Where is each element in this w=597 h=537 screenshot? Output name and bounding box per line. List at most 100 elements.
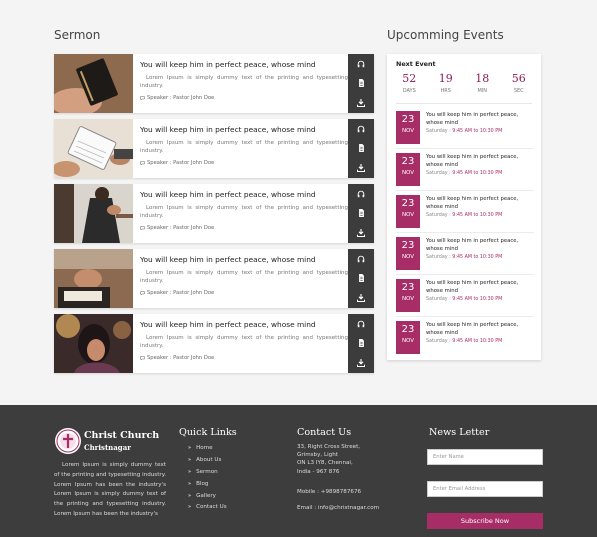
headphones-icon[interactable]: [354, 122, 368, 136]
quick-links: » Home » About Us » Sermon » Blog » Gallery »…: [188, 442, 227, 513]
sermon-photo-bible[interactable]: [54, 54, 133, 113]
newsletter-email-input[interactable]: Enter Email Address: [427, 481, 543, 497]
sermon-item[interactable]: You will keep him in perfect peace, whos…: [54, 184, 374, 243]
download-icon[interactable]: [354, 161, 368, 175]
event-month: NOV: [401, 128, 415, 134]
event-item[interactable]: 23 NOV You will keep him in perfect peace…: [396, 317, 534, 359]
brand-name[interactable]: Christ Church: [84, 430, 159, 441]
sermon-item[interactable]: You will keep him in perfect peace, whos…: [54, 314, 374, 373]
headphones-icon[interactable]: [354, 252, 368, 266]
sermon-speaker: Speaker : Pastor John Doe: [147, 290, 215, 296]
footer: Christ Church Christnagar Lorem Ipsum is…: [0, 405, 597, 537]
newsletter-name-input[interactable]: Enter Name: [427, 449, 543, 465]
speech-bubble-icon: [140, 290, 145, 296]
event-day: 23: [401, 240, 415, 251]
document-icon[interactable]: [354, 141, 368, 155]
sermon-title[interactable]: You will keep him in perfect peace, whos…: [140, 125, 348, 134]
sermon-item[interactable]: You will keep him in perfect peace, whos…: [54, 54, 374, 113]
address-line: India - 967 876: [297, 468, 340, 475]
event-title[interactable]: You will keep him in perfect peace, whos…: [426, 237, 532, 253]
download-icon[interactable]: [354, 291, 368, 305]
sermon-photo-kneeling[interactable]: [54, 184, 133, 243]
event-day-label: Saturday :: [426, 255, 453, 260]
speech-bubble-icon: [140, 160, 145, 166]
event-title[interactable]: You will keep him in perfect peace, whos…: [426, 111, 532, 127]
download-icon[interactable]: [354, 96, 368, 110]
event-month: NOV: [401, 170, 415, 176]
church-logo-icon[interactable]: [55, 428, 81, 454]
event-time: Saturday : 9:45 AM to 10:30 PM: [426, 213, 532, 218]
arrow-icon: »: [188, 456, 192, 463]
about-text: Lorem Ipsum is simply dummy text of the …: [54, 462, 166, 517]
headphones-icon[interactable]: [354, 57, 368, 71]
quick-link-about[interactable]: » About Us: [188, 454, 227, 466]
event-title[interactable]: You will keep him in perfect peace, whos…: [426, 279, 532, 295]
sermon-title[interactable]: You will keep him in perfect peace, whos…: [140, 320, 348, 329]
events-heading: Upcomming Events: [387, 28, 504, 42]
arrow-icon: »: [188, 504, 192, 511]
event-title[interactable]: You will keep him in perfect peace, whos…: [426, 153, 532, 169]
event-day-label: Saturday :: [426, 171, 453, 176]
speech-bubble-icon: [140, 355, 145, 361]
arrow-icon: »: [188, 492, 192, 499]
brand-subtitle: Christnagar: [84, 443, 131, 452]
link-label[interactable]: Contact Us: [196, 504, 227, 510]
event-item[interactable]: 23 NOV You will keep him in perfect peace…: [396, 275, 534, 317]
link-label[interactable]: Home: [196, 445, 213, 451]
sermon-item[interactable]: You will keep him in perfect peace, whos…: [54, 119, 374, 178]
document-icon[interactable]: [354, 206, 368, 220]
download-icon[interactable]: [354, 226, 368, 240]
quick-link-home[interactable]: » Home: [188, 442, 227, 454]
headphones-icon[interactable]: [354, 317, 368, 331]
event-item[interactable]: 23 NOV You will keep him in perfect peace…: [396, 149, 534, 191]
sermon-speaker: Speaker : Pastor John Doe: [147, 160, 215, 166]
address-line: Grimsby, Light: [297, 452, 338, 459]
event-day: 23: [401, 282, 415, 293]
countdown-value: 19: [438, 72, 453, 85]
document-icon[interactable]: [354, 76, 368, 90]
link-label[interactable]: Sermon: [196, 469, 218, 475]
contact-email[interactable]: Email : info@christnagar.com: [297, 504, 397, 512]
event-time: Saturday : 9:45 AM to 10:30 PM: [426, 339, 532, 344]
quick-link-sermon[interactable]: » Sermon: [188, 466, 227, 478]
event-day-label: Saturday :: [426, 339, 453, 344]
sermon-excerpt: Lorem Ipsum is simply dummy text of the …: [140, 270, 348, 284]
countdown-value: 18: [475, 72, 490, 85]
link-label[interactable]: Blog: [196, 481, 208, 487]
event-month: NOV: [401, 338, 415, 344]
sermon-title[interactable]: You will keep him in perfect peace, whos…: [140, 255, 348, 264]
event-title[interactable]: You will keep him in perfect peace, whos…: [426, 321, 532, 337]
event-month: NOV: [401, 296, 415, 302]
sermon-list: You will keep him in perfect peace, whos…: [54, 54, 374, 379]
sermon-excerpt: Lorem Ipsum is simply dummy text of the …: [140, 75, 348, 89]
event-list: 23 NOV You will keep him in perfect peace…: [396, 107, 534, 359]
download-icon[interactable]: [354, 356, 368, 370]
countdown-minutes: 18 MIN: [465, 72, 499, 94]
link-label[interactable]: Gallery: [196, 493, 216, 499]
sermon-heading: Sermon: [54, 28, 101, 42]
event-time: Saturday : 9:45 AM to 10:30 PM: [426, 255, 532, 260]
document-icon[interactable]: [354, 271, 368, 285]
event-item[interactable]: 23 NOV You will keep him in perfect peace…: [396, 191, 534, 233]
quick-link-blog[interactable]: » Blog: [188, 478, 227, 490]
headphones-icon[interactable]: [354, 187, 368, 201]
sermon-item[interactable]: You will keep him in perfect peace, whos…: [54, 249, 374, 308]
link-label[interactable]: About Us: [196, 457, 221, 463]
subscribe-button[interactable]: Subscribe Now: [427, 513, 543, 529]
sermon-speaker: Speaker : Pastor John Doe: [147, 95, 215, 101]
event-month: NOV: [401, 254, 415, 260]
event-item[interactable]: 23 NOV You will keep him in perfect peace…: [396, 107, 534, 149]
event-item[interactable]: 23 NOV You will keep him in perfect peace…: [396, 233, 534, 275]
sermon-photo-praying-hands[interactable]: [54, 249, 133, 308]
sermon-title[interactable]: You will keep him in perfect peace, whos…: [140, 190, 348, 199]
event-time: Saturday : 9:45 AM to 10:30 PM: [426, 171, 532, 176]
document-icon[interactable]: [354, 336, 368, 350]
quick-link-contact[interactable]: » Contact Us: [188, 501, 227, 513]
sermon-photo-woman[interactable]: [54, 314, 133, 373]
quick-link-gallery[interactable]: » Gallery: [188, 490, 227, 502]
sermon-title[interactable]: You will keep him in perfect peace, whos…: [140, 60, 348, 69]
divider: [396, 103, 532, 104]
event-day: 23: [401, 114, 415, 125]
sermon-photo-reading[interactable]: [54, 119, 133, 178]
event-title[interactable]: You will keep him in perfect peace, whos…: [426, 195, 532, 211]
